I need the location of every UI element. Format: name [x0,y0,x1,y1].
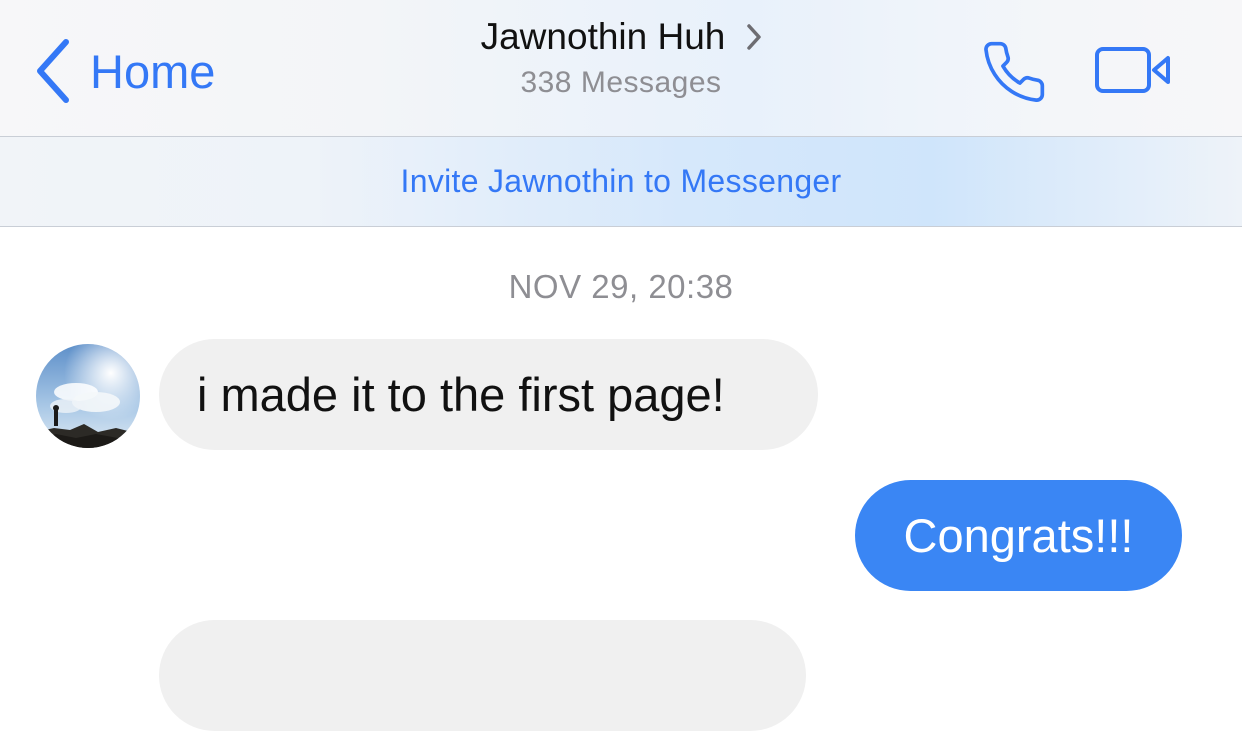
message-count: 338 Messages [520,66,722,99]
contact-name: Jawnothin Huh [480,16,726,57]
conversation-title[interactable]: Jawnothin Huh 338 Messages [371,16,871,100]
contact-avatar[interactable] [36,344,140,448]
incoming-message-bubble[interactable]: i made it to the first page! [159,339,818,450]
incoming-message-bubble[interactable] [159,620,806,731]
video-camera-icon [1094,47,1174,98]
invite-link[interactable]: Invite Jawnothin to Messenger [401,137,842,226]
chevron-left-icon [34,38,70,104]
navigation-bar: Home Jawnothin Huh 338 Messages [0,0,1242,137]
message-text: i made it to the first page! [197,368,725,421]
contact-name-row[interactable]: Jawnothin Huh [481,16,762,58]
message-timestamp: NOV 29, 20:38 [508,268,734,305]
phone-icon [980,41,1048,110]
outgoing-message-bubble[interactable]: Congrats!!! [855,480,1182,591]
audio-call-button[interactable] [980,38,1048,111]
back-label: Home [90,44,216,98]
message-text: Congrats!!! [903,509,1134,562]
invite-banner[interactable]: Invite Jawnothin to Messenger [0,137,1242,227]
back-button[interactable]: Home [34,38,215,104]
video-call-button[interactable] [1094,46,1174,99]
chevron-right-icon [725,24,762,50]
